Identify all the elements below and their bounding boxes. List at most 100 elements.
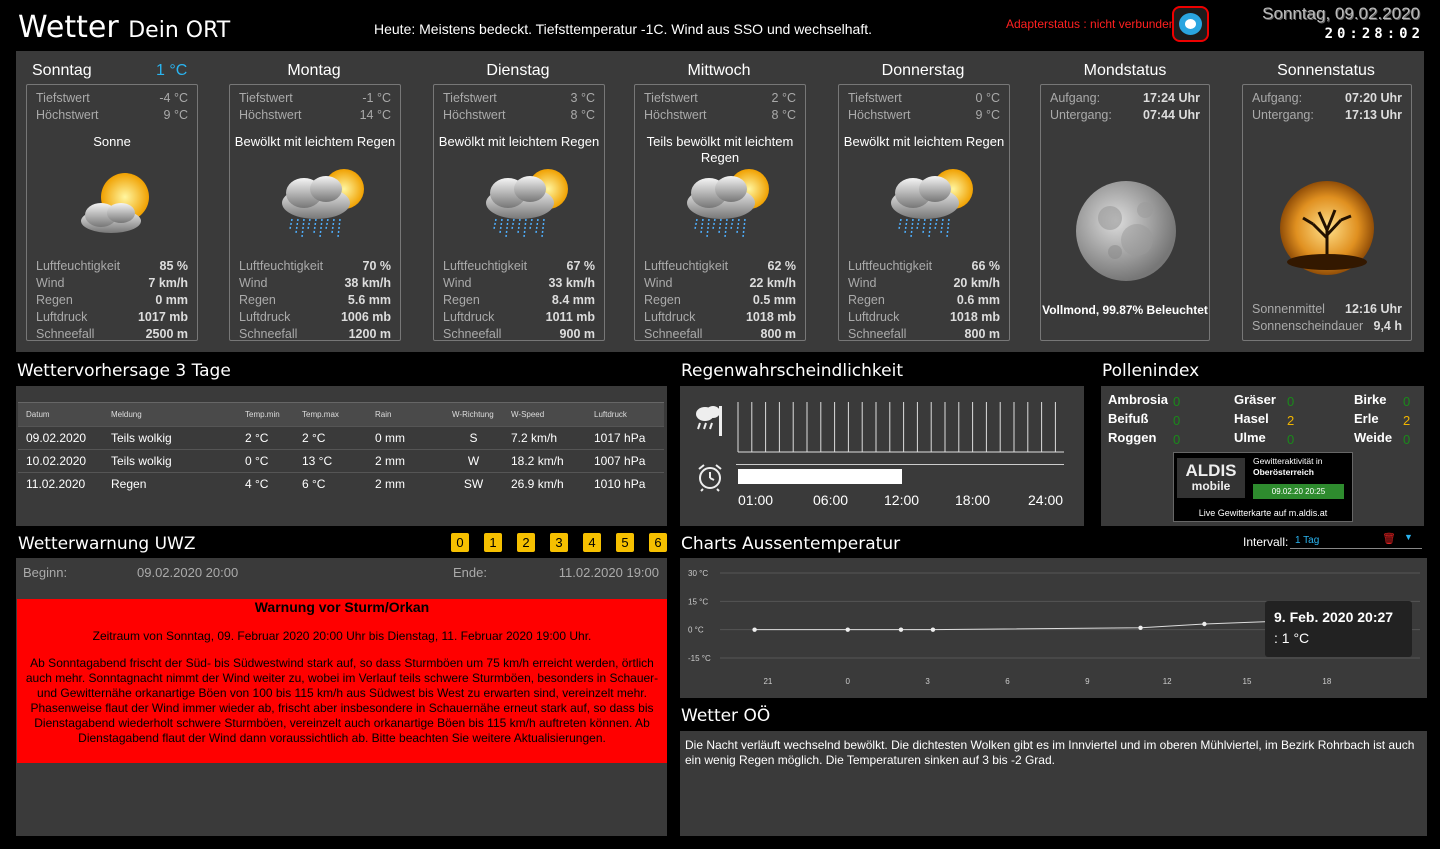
x-tick-label: 0	[846, 677, 851, 686]
chart-panel: 30 °C 15 °C 0 °C -15 °C 21 0 3 6 9 12 15 18 9. Feb.…	[680, 558, 1427, 698]
day-card: Tiefstwert -4 °C Höchstwert 9 °C Sonne Luftfe…	[26, 84, 198, 341]
uwz-level-badge[interactable]: 6	[649, 533, 667, 552]
regen-value: 8.4 mm	[551, 293, 595, 307]
adapter-status: Adapterstatus : nicht verbunden	[1006, 17, 1176, 31]
app-title: Wetter Dein ORT	[18, 10, 231, 45]
day-card: Tiefstwert 2 °C Höchstwert 8 °C Teils bewölk…	[634, 84, 806, 341]
pollen-value: 2	[1403, 413, 1411, 428]
condition: Bewölkt mit leichtem Regen	[843, 134, 1005, 149]
druck-value: 1011 mb	[545, 310, 595, 324]
regen-value: 0 mm	[155, 293, 188, 307]
condition: Bewölkt mit leichtem Regen	[438, 134, 600, 149]
aldis-line1: Gewitteraktivität in	[1253, 456, 1323, 466]
condition: Teils bewölkt mit leichtem Regen	[646, 134, 794, 165]
adapter-status-icon[interactable]	[1172, 6, 1209, 42]
uwz-headline: Warnung vor Sturm/Orkan	[254, 599, 430, 615]
pollen-value: 0	[1403, 394, 1411, 409]
table-cell: S	[444, 426, 503, 450]
table-cell: 0 °C	[237, 449, 294, 473]
delete-icon[interactable]: 🗑	[1382, 532, 1396, 545]
wetter-oo-panel: Die Nacht verläuft wechselnd bewölkt. Di…	[680, 731, 1427, 836]
uwz-title: Wetterwarnung UWZ	[18, 534, 196, 554]
uwz-body: Ab Sonntagabend frischt der Süd- bis Süd…	[25, 656, 659, 745]
chevron-down-icon[interactable]: ▼	[1404, 532, 1413, 542]
y-tick-label: 30 °C	[688, 569, 708, 578]
table-cell: 26.9 km/h	[503, 472, 586, 496]
day-name: Donnerstag	[881, 62, 965, 79]
lf-value: 66 %	[971, 259, 1001, 273]
rain-title: Regenwahrscheindlichkeit	[681, 361, 903, 381]
table-cell: 2 °C	[237, 426, 294, 450]
druck-value: 1018 mb	[745, 310, 796, 324]
sun-cloud-icon	[81, 173, 149, 233]
column-header: Temp.max	[294, 402, 367, 427]
day-name: Montag	[287, 62, 341, 79]
table-cell: Regen	[103, 472, 237, 496]
regen-value: 5.6 mm	[347, 293, 391, 307]
current-date: Sonntag, 09.02.2020	[1262, 4, 1420, 23]
min-temp: -4 °C	[159, 91, 188, 105]
aldis-banner[interactable]: ALDIS mobile Gewitteraktivität in Oberös…	[1173, 452, 1353, 522]
day-card: Tiefstwert -1 °C Höchstwert 14 °C Bewölkt mi…	[229, 84, 401, 341]
temperature-point[interactable]	[930, 627, 936, 632]
column-header: Meldung	[103, 402, 237, 427]
pollen-name: Weide	[1354, 430, 1393, 445]
moon-title: Mondstatus	[1083, 62, 1167, 79]
lf-value: 85 %	[159, 259, 189, 273]
wetter-oo-title: Wetter OÖ	[681, 706, 771, 726]
uwz-begin: 09.02.2020 20:00	[137, 565, 239, 580]
forecast3-panel: Datum Meldung Temp.min Temp.max Rain W-Richtu…	[16, 386, 667, 526]
day-title-1: Montag	[219, 62, 409, 80]
moon-phase: Vollmond, 99.87% Beleuchtet	[1042, 303, 1208, 317]
druck-value: 1006 mb	[340, 310, 391, 324]
wind-value: 7 km/h	[148, 276, 188, 290]
temperature-point[interactable]	[898, 627, 904, 632]
interval-select[interactable]: 1 Tag 🗑 ▼	[1290, 532, 1422, 549]
column-header: Temp.min	[237, 402, 294, 427]
table-cell: 1007 hPa	[586, 449, 664, 473]
table-row: 11.02.2020 Regen 4 °C 6 °C 2 mm SW 26.9 km/h 10…	[18, 472, 664, 496]
min-temp: 0 °C	[975, 91, 1000, 105]
pollen-name: Birke	[1354, 392, 1387, 407]
max-temp: 14 °C	[359, 108, 391, 122]
table-cell: 10.02.2020	[18, 449, 103, 473]
druck-value: 1018 mb	[949, 310, 1000, 324]
rain-panel: 01:00 06:00 12:00 18:00 24:00	[680, 386, 1084, 526]
condition: Sonne	[93, 134, 131, 149]
uwz-level-badge[interactable]: 4	[583, 533, 601, 552]
temperature-point[interactable]	[752, 627, 757, 632]
day-title-2: Dienstag	[423, 62, 613, 80]
table-cell: 2 mm	[367, 472, 444, 496]
y-tick-label: -15 °C	[688, 654, 711, 663]
day-name: Mittwoch	[687, 62, 751, 79]
uwz-level-badge[interactable]: 1	[484, 533, 502, 552]
sun-title: Sonnenstatus	[1277, 62, 1375, 79]
temperature-point[interactable]	[845, 627, 850, 632]
pollen-name: Gräser	[1234, 392, 1276, 407]
wind-value: 20 km/h	[953, 276, 1000, 290]
temperature-point[interactable]	[1138, 625, 1143, 630]
day-title-4: Donnerstag	[828, 62, 1018, 80]
x-tick-label: 9	[1085, 677, 1090, 686]
interval-value: 1 Tag	[1295, 535, 1320, 546]
aldis-date: 09.02.20 20:25	[1253, 484, 1344, 499]
uwz-level-badge[interactable]: 3	[550, 533, 568, 552]
column-header: Datum	[18, 402, 103, 427]
aldis-line2: Oberösterreich	[1253, 467, 1314, 477]
uwz-level-badge[interactable]: 0	[451, 533, 469, 552]
rain-cloud-icon	[891, 169, 973, 238]
rain-time-label: 01:00	[738, 492, 774, 508]
rain-time-label: 24:00	[1028, 492, 1064, 508]
table-cell: 2 °C	[294, 426, 367, 450]
pollen-name: Ambrosia	[1108, 392, 1168, 407]
rain-cloud-icon	[282, 169, 364, 238]
uwz-level-badge[interactable]: 2	[517, 533, 535, 552]
y-tick-label: 15 °C	[688, 597, 708, 606]
uwz-level-badge[interactable]: 5	[616, 533, 634, 552]
table-cell: 2 mm	[367, 449, 444, 473]
rain-time-label: 12:00	[884, 492, 920, 508]
temperature-point[interactable]	[1202, 621, 1207, 627]
max-temp: 8 °C	[771, 108, 796, 122]
current-time: 20:28:02	[1324, 26, 1424, 42]
aldis-footer: Live Gewitterkarte auf m.aldis.at	[1198, 508, 1328, 518]
